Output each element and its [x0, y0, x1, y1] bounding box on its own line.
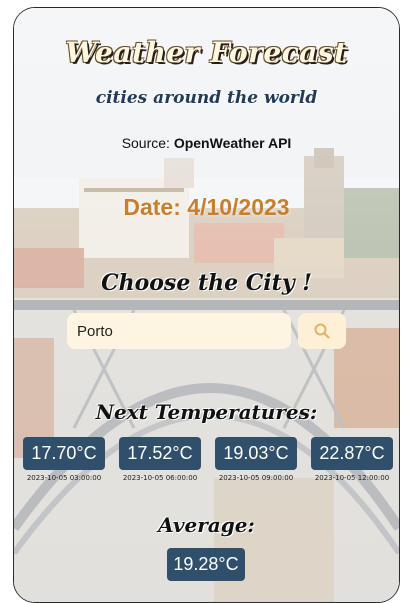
- temperature-item: 19.03°C 2023-10-05 09:00:00: [215, 437, 297, 482]
- temperature-time: 2023-10-05 03:00:00: [26, 474, 102, 482]
- temperature-value: 19.03°C: [215, 437, 297, 470]
- average-value: 19.28°C: [167, 548, 245, 581]
- content: Weather Forecast cities around the world…: [14, 8, 399, 602]
- app-title: Weather Forecast: [65, 36, 348, 69]
- temperature-time: 2023-10-05 09:00:00: [218, 474, 294, 482]
- temperature-list: 17.70°C 2023-10-05 03:00:00 17.52°C 2023…: [14, 437, 399, 497]
- choose-city-heading: Choose the City !: [101, 270, 312, 296]
- next-temperatures-heading: Next Temperatures:: [95, 400, 318, 424]
- app-card: Weather Forecast cities around the world…: [13, 7, 400, 603]
- temperature-item: 17.70°C 2023-10-05 03:00:00: [23, 437, 105, 482]
- search-icon: [314, 323, 330, 339]
- temperature-time: 2023-10-05 06:00:00: [122, 474, 198, 482]
- source-line: Source: OpenWeather API: [14, 135, 399, 151]
- temperature-item: 17.52°C 2023-10-05 06:00:00: [119, 437, 201, 482]
- source-name: OpenWeather API: [173, 135, 292, 151]
- search-button[interactable]: [298, 313, 346, 349]
- source-prefix: Source:: [121, 135, 174, 151]
- temperature-item: 22.87°C 2023-10-05 12:00:00: [311, 437, 393, 482]
- temperature-time: 2023-10-05 12:00:00: [314, 474, 390, 482]
- city-input[interactable]: [67, 313, 291, 349]
- average-heading: Average:: [158, 513, 255, 537]
- temperature-value: 17.52°C: [119, 437, 201, 470]
- temperature-value: 17.70°C: [23, 437, 105, 470]
- app-subtitle: cities around the world: [95, 88, 318, 108]
- temperature-value: 22.87°C: [311, 437, 393, 470]
- current-date: Date: 4/10/2023: [123, 194, 290, 220]
